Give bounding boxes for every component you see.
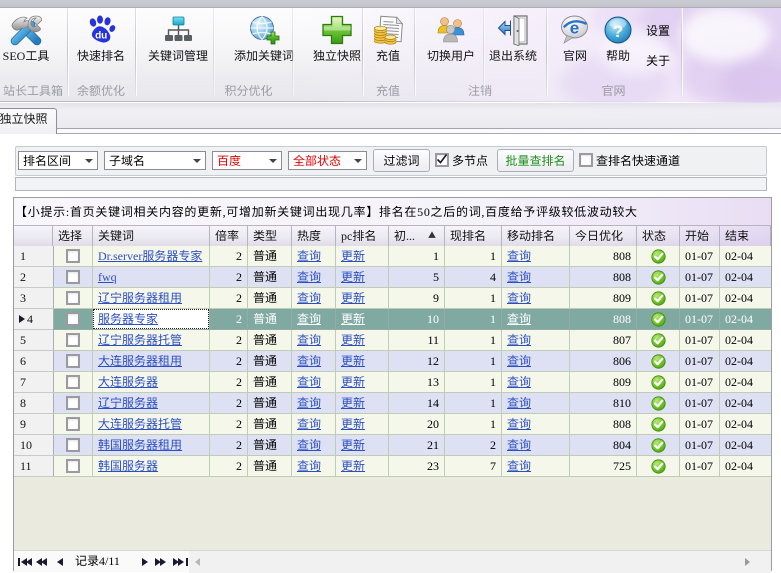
svg-text:?: ?	[613, 22, 623, 41]
svg-text:du: du	[95, 31, 107, 42]
